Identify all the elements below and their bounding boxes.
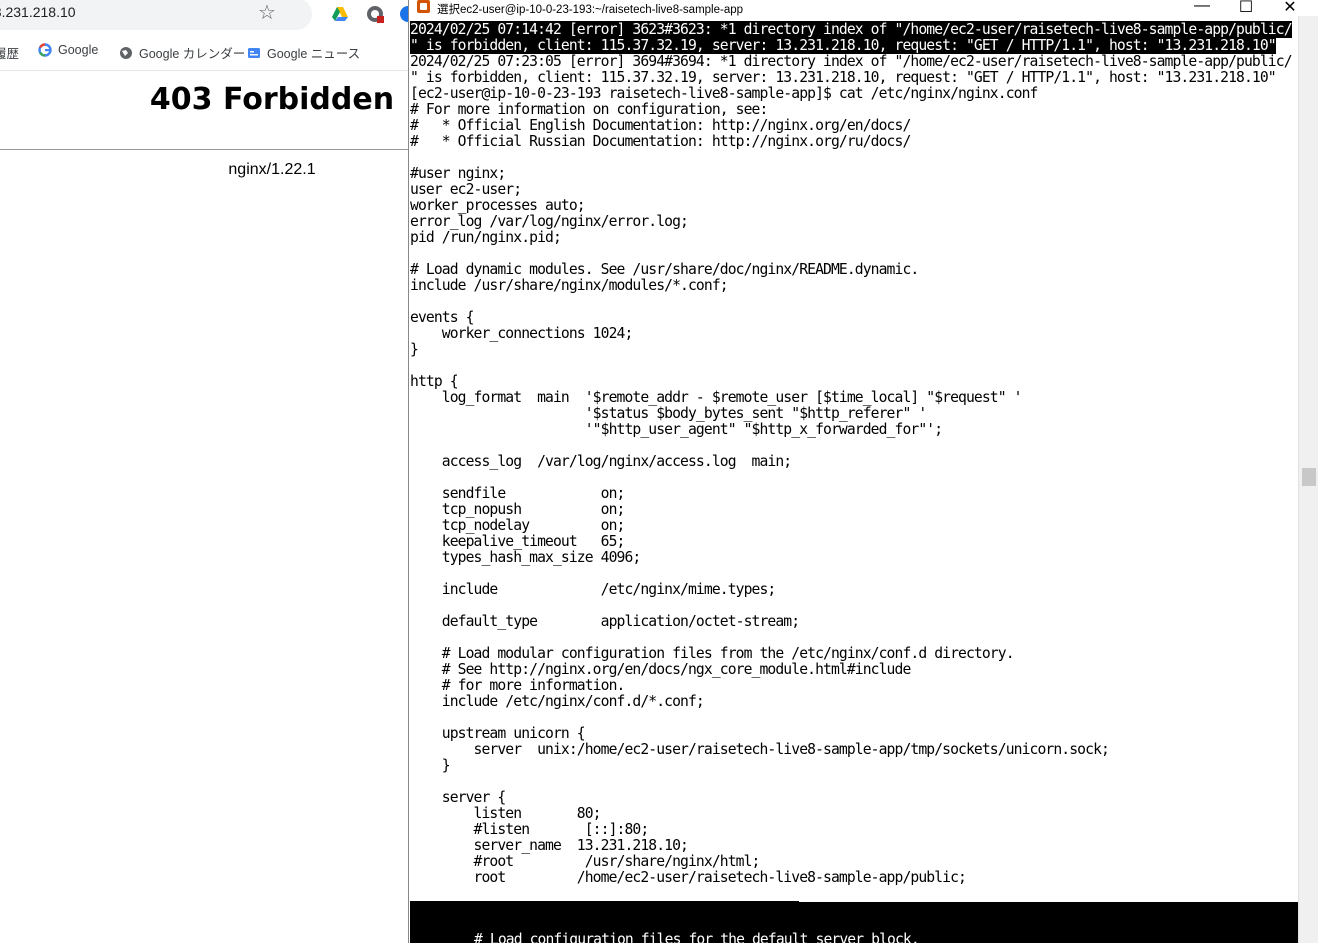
terminal-line: server { bbox=[410, 789, 506, 806]
terminal-line: tcp_nopush on; bbox=[410, 501, 626, 518]
terminal-line: include /etc/nginx/mime.types; bbox=[410, 581, 777, 598]
terminal-line: [ec2-user@ip-10-0-23-193 raisetech-live8… bbox=[410, 85, 1038, 102]
terminal-line: # See http://nginx.org/en/docs/ngx_core_… bbox=[410, 661, 912, 678]
terminal-line: # * Official Russian Documentation: http… bbox=[410, 133, 911, 150]
terminal-line: log_format main '$remote_addr - $remote_… bbox=[410, 389, 1023, 406]
bookmark-google[interactable]: Google bbox=[38, 43, 98, 57]
terminal-line: error_log /var/log/nginx/error.log; bbox=[410, 213, 689, 230]
terminal-line: pid /run/nginx.pid; bbox=[410, 229, 562, 246]
google-news-icon bbox=[248, 47, 260, 58]
terminal-line: # Load dynamic modules. See /usr/share/d… bbox=[410, 261, 919, 278]
window-title: 選択ec2-user@ip-10-0-23-193:~/raisetech-li… bbox=[437, 4, 744, 16]
bookmark-google-calendar[interactable]: Google カレンダー bbox=[119, 43, 245, 62]
terminal-line: events { bbox=[410, 309, 474, 326]
terminal-line: #listen [::]:80; bbox=[410, 821, 650, 838]
terminal-line: sendfile on; bbox=[410, 485, 626, 502]
terminal-line: default_type application/octet-stream; bbox=[410, 613, 800, 630]
google-logo-icon bbox=[38, 43, 52, 57]
terminal-text: 2024/02/25 07:14:42 [error] 3623#3623: *… bbox=[410, 21, 1293, 918]
terminal-line: http { bbox=[410, 373, 459, 390]
bookmark-label: Google カレンダー bbox=[139, 47, 246, 61]
terminal-line: # for more information. bbox=[410, 677, 626, 694]
terminal-line: } bbox=[410, 757, 451, 774]
bookmark-label: Google ニュース bbox=[267, 47, 361, 61]
bookmark-star-icon[interactable]: ☆ bbox=[258, 0, 276, 25]
terminal-line: root /home/ec2-user/raisetech-live8-samp… bbox=[410, 869, 967, 886]
browser-window: 13.231.218.10 ☆ 履歴 Google bbox=[0, 0, 410, 943]
terminal-line: #root /usr/share/nginx/html; bbox=[410, 853, 761, 870]
toolbar-divider bbox=[0, 70, 410, 71]
terminal-line: types_hash_max_size 4096; bbox=[410, 549, 641, 566]
maximize-icon[interactable]: ☐ bbox=[1224, 0, 1268, 17]
terminal-line: server_name 13.231.218.10; bbox=[410, 837, 689, 854]
close-icon[interactable]: ✕ bbox=[1268, 0, 1312, 17]
terminal-line: # Load modular configuration files from … bbox=[410, 645, 1015, 662]
terminal-line: upstream unicorn { bbox=[410, 725, 586, 742]
bookmark-label: 履歴 bbox=[0, 47, 20, 61]
terminal-line: #user nginx; bbox=[410, 165, 506, 182]
terminal-line: include /usr/share/nginx/modules/*.conf; bbox=[410, 277, 729, 294]
globe-icon bbox=[120, 46, 132, 59]
terminal-line: '"$http_user_agent" "$http_x_forwarded_f… bbox=[410, 421, 943, 438]
putty-app-icon[interactable] bbox=[417, 0, 430, 13]
terminal-line: } bbox=[410, 341, 419, 358]
terminal-line-selected: " is forbidden, client: 115.37.32.19, se… bbox=[410, 37, 1277, 54]
terminal-line: server unix:/home/ec2-user/raisetech-liv… bbox=[410, 741, 1110, 758]
title-bar[interactable]: 選択ec2-user@ip-10-0-23-193:~/raisetech-li… bbox=[409, 0, 1318, 16]
terminal-line: 2024/02/25 07:23:05 [error] 3694#3694: *… bbox=[410, 53, 1293, 70]
address-text[interactable]: 13.231.218.10 bbox=[0, 4, 76, 20]
bookmark-label: Google bbox=[58, 43, 99, 57]
page-divider bbox=[0, 149, 410, 150]
terminal-line: user ec2-user; bbox=[410, 181, 522, 198]
server-signature: nginx/1.22.1 bbox=[228, 161, 316, 178]
google-drive-icon[interactable] bbox=[331, 5, 349, 23]
terminal-line: include /etc/nginx/conf.d/*.conf; bbox=[410, 693, 705, 710]
bookmarks-bar: 履歴 Google Google カレンダー Google ニュース bbox=[0, 38, 410, 66]
minimize-icon[interactable]: — bbox=[1180, 0, 1224, 15]
terminal-line: keepalive_timeout 65; bbox=[410, 533, 626, 550]
terminal-line: access_log /var/log/nginx/access.log mai… bbox=[410, 453, 792, 470]
terminal-output[interactable]: 2024/02/25 07:14:42 [error] 3623#3623: *… bbox=[409, 16, 1298, 943]
bookmark-history[interactable]: 履歴 bbox=[0, 43, 19, 62]
terminal-line-selected: 2024/02/25 07:14:42 [error] 3623#3623: *… bbox=[410, 21, 1293, 38]
terminal-bottom-line: # Load configuration files for the defau… bbox=[474, 931, 920, 948]
terminal-line: listen 80; bbox=[410, 805, 602, 822]
terminal-line: worker_processes auto; bbox=[410, 197, 586, 214]
terminal-scrollbar[interactable] bbox=[1298, 16, 1318, 943]
scrollbar-thumb[interactable] bbox=[1302, 468, 1316, 486]
terminal-window: 選択ec2-user@ip-10-0-23-193:~/raisetech-li… bbox=[408, 0, 1318, 948]
page-title: 403 Forbidden bbox=[149, 82, 395, 117]
terminal-line: worker_connections 1024; bbox=[410, 325, 634, 342]
terminal-line: # * Official English Documentation: http… bbox=[410, 117, 911, 134]
extension-icon[interactable] bbox=[366, 5, 384, 23]
bookmark-google-news[interactable]: Google ニュース bbox=[247, 43, 360, 62]
address-bar[interactable]: 13.231.218.10 ☆ bbox=[0, 0, 312, 30]
terminal-line: '$status $body_bytes_sent "$http_referer… bbox=[410, 405, 927, 422]
terminal-line: tcp_nodelay on; bbox=[410, 517, 626, 534]
terminal-line: " is forbidden, client: 115.37.32.19, se… bbox=[410, 69, 1277, 86]
terminal-line: # For more information on configuration,… bbox=[410, 101, 768, 118]
